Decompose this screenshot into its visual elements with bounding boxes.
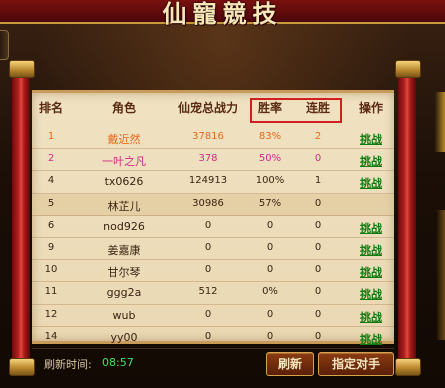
cell-win-rate: 0 [266,330,274,342]
cell-win-rate: 57% [258,197,282,209]
cell-power: 0 [204,308,212,320]
cell-streak: 0 [314,330,322,342]
scroll-cap [395,60,421,78]
table-row: 6 nod926 0 0 0 挑战 [32,216,394,238]
cell-power: 512 [198,286,218,298]
refresh-time-label: 刷新时间: [44,358,92,371]
challenge-link[interactable]: 挑战 [360,133,382,146]
table-row: 1 戴近然 37816 83% 2 挑战 [32,127,394,150]
cell-power: 0 [204,219,212,231]
cell-power: 378 [198,153,218,165]
cell-power: 37816 [192,131,224,142]
header-power: 仙宠总战力 [177,101,238,115]
scroll-cap [9,358,35,376]
table-row: 4 tx0626 124913 100% 1 挑战 [32,171,394,194]
cell-rank: 2 [47,153,55,165]
scroll-cap [9,60,35,78]
refresh-button[interactable]: 刷新 [266,352,314,376]
table-row: 9 姜嘉康 0 0 0 挑战 [32,238,394,261]
header-operation: 操作 [358,101,383,115]
cell-win-rate: 100% [255,175,285,187]
table-row: 2 一叶之凡 378 50% 0 挑战 [32,149,394,172]
cell-name: 一叶之凡 [102,155,146,169]
cell-win-rate: 0% [262,286,278,298]
cell-rank: 5 [47,197,55,209]
challenge-link[interactable]: 挑战 [360,266,382,279]
cell-power: 0 [204,330,212,342]
cell-win-rate: 0 [266,308,274,320]
header-rank: 排名 [38,101,63,115]
cell-streak: 1 [314,175,322,187]
challenge-link[interactable]: 挑战 [360,155,382,168]
refresh-time-value: 08:57 [102,356,134,369]
cell-rank: 14 [44,330,58,342]
scroll-rod-left [9,60,35,376]
cell-streak: 0 [314,219,322,231]
cell-win-rate: 0 [266,264,274,276]
challenge-link[interactable]: 挑战 [360,311,382,324]
cell-name: 姜嘉康 [107,243,141,257]
cell-power: 124913 [188,175,228,187]
scroll-rod-right [395,60,421,376]
cell-streak: 0 [314,308,322,320]
table-row: 10 甘尔琴 0 0 0 挑战 [32,260,394,283]
header-role: 角色 [111,101,136,115]
ranking-table: 1 戴近然 37816 83% 2 挑战 2 一叶之凡 378 50% 0 挑战… [32,127,394,349]
cell-rank: 6 [47,219,55,231]
challenge-link[interactable]: 挑战 [360,222,382,235]
ranking-panel: 排名 角色 仙宠总战力 胜率 连胜 操作 1 戴近然 37816 83% 2 挑… [32,90,394,349]
challenge-link[interactable]: 挑战 [360,244,382,257]
cell-streak: 0 [314,264,322,276]
table-row-self: 5 林芷儿 30986 57% 0 [32,193,394,216]
cell-streak: 0 [314,286,322,298]
cell-name: tx0626 [104,175,144,189]
cell-name: 戴近然 [107,133,141,146]
cell-power: 0 [204,241,212,253]
cell-win-rate: 83% [258,131,282,142]
table-row: 12 wub 0 0 0 挑战 [32,305,394,327]
cell-power: 0 [204,264,212,276]
table-row: 14 yy00 0 0 0 挑战 [32,327,394,349]
cell-streak: 2 [314,131,322,142]
side-ornament-lower [437,210,445,340]
highlight-box [250,98,342,123]
cell-name: 甘尔琴 [107,266,141,280]
cell-rank: 9 [47,241,55,253]
cell-rank: 10 [44,264,58,276]
challenge-link[interactable]: 挑战 [360,177,382,190]
title-bar: 仙寵競技 [0,0,445,28]
cell-rank: 4 [47,175,55,187]
side-tab[interactable] [0,30,9,60]
table-row: 11 ggg2a 512 0% 0 挑战 [32,282,394,305]
cell-win-rate: 0 [266,241,274,253]
cell-name: nod926 [103,219,145,233]
cell-rank: 11 [44,286,58,298]
cell-power: 30986 [192,197,224,209]
cell-name: ggg2a [106,286,142,300]
assign-opponent-button[interactable]: 指定对手 [318,352,394,376]
window-title: 仙寵競技 [162,0,283,28]
scroll-cap [395,358,421,376]
cell-name: 林芷儿 [107,199,141,213]
cell-streak: 0 [314,241,322,253]
cell-win-rate: 0 [266,219,274,231]
cell-rank: 12 [44,308,58,320]
cell-name: yy00 [110,330,138,344]
cell-streak: 0 [314,197,322,209]
cell-rank: 1 [47,131,55,142]
challenge-link[interactable]: 挑战 [360,333,382,346]
cell-streak: 0 [314,153,322,165]
cell-win-rate: 50% [258,153,282,165]
cell-name: wub [112,308,136,322]
challenge-link[interactable]: 挑战 [360,288,382,301]
side-ornament [435,92,445,152]
